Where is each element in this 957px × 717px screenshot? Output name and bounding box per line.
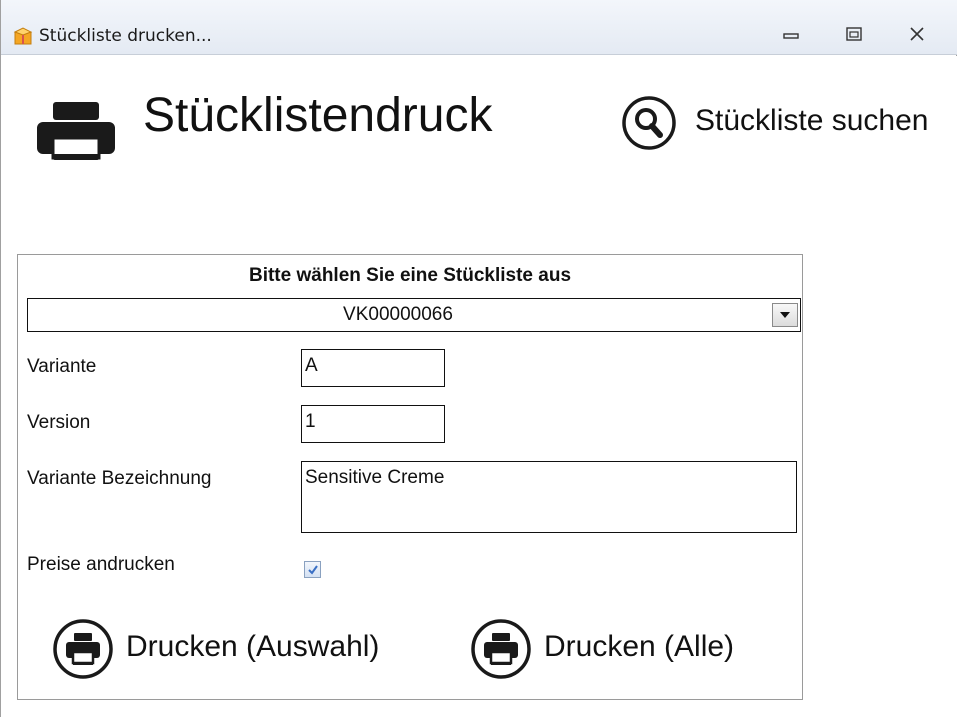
- bom-select-value: VK00000066: [343, 304, 453, 325]
- app-window: Stückliste drucken... Stücklistendruck S…: [0, 0, 957, 717]
- version-label: Version: [27, 412, 91, 433]
- minimize-button[interactable]: [768, 20, 814, 50]
- panel-heading: Bitte wählen Sie eine Stückliste aus: [248, 265, 572, 286]
- print-selection-label: Drucken (Auswahl): [126, 630, 380, 663]
- minimize-icon: [783, 33, 799, 39]
- bom-selection-panel: Bitte wählen Sie eine Stückliste aus VK0…: [17, 254, 803, 700]
- maximize-button[interactable]: [831, 20, 877, 50]
- preise-andrucken-checkbox[interactable]: [304, 561, 321, 578]
- close-button[interactable]: [894, 20, 940, 50]
- search-bom-label: Stückliste suchen: [695, 104, 929, 137]
- maximize-icon: [846, 27, 862, 41]
- printer-circle-icon: [470, 618, 532, 680]
- dropdown-arrow-button[interactable]: [772, 303, 798, 327]
- version-field[interactable]: 1: [301, 405, 445, 443]
- printer-icon: [37, 102, 115, 160]
- chevron-down-icon: [780, 312, 790, 318]
- window-title: Stückliste drucken...: [39, 26, 212, 46]
- app-box-icon: [13, 26, 33, 46]
- search-bom-button[interactable]: Stückliste suchen: [617, 95, 957, 155]
- bom-select-combobox[interactable]: VK00000066: [27, 298, 801, 332]
- variante-label: Variante: [27, 356, 97, 377]
- print-all-button[interactable]: Drucken (Alle): [470, 618, 800, 682]
- magnifier-icon: [621, 95, 677, 151]
- variante-bezeichnung-label: Variante Bezeichnung: [27, 468, 212, 489]
- page-title: Stücklistendruck: [143, 89, 493, 142]
- print-all-label: Drucken (Alle): [544, 630, 735, 663]
- print-selection-button[interactable]: Drucken (Auswahl): [52, 618, 432, 682]
- title-bar[interactable]: Stückliste drucken...: [1, 0, 957, 55]
- printer-circle-icon: [52, 618, 114, 680]
- checkmark-icon: [308, 565, 318, 575]
- close-icon: [910, 27, 924, 41]
- preise-andrucken-label: Preise andrucken: [27, 554, 175, 575]
- variante-field[interactable]: A: [301, 349, 445, 387]
- variante-bezeichnung-field[interactable]: Sensitive Creme: [301, 461, 797, 533]
